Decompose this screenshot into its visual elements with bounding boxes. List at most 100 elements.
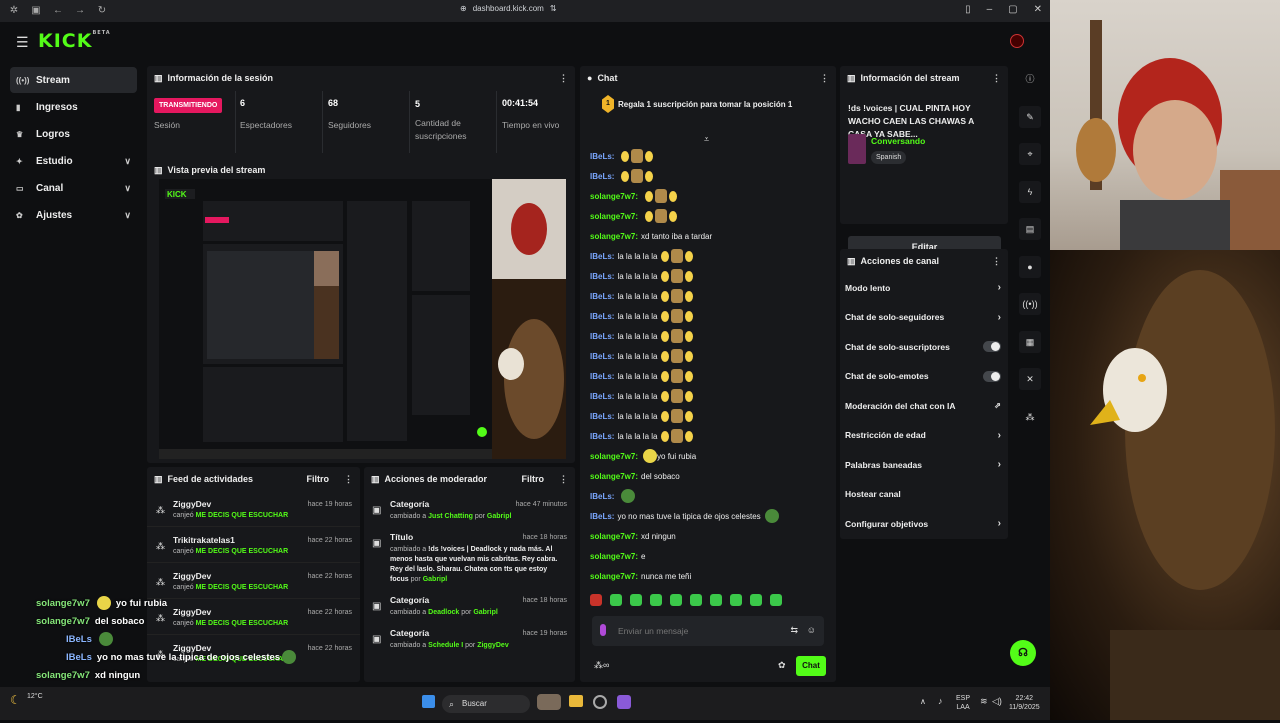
taskbar-search[interactable]: ⌕ Buscar [442,695,530,713]
scroll-down-icon[interactable]: ⩡ [704,134,709,145]
channel-action-item[interactable]: Hostear canal [840,480,1008,510]
filter-button[interactable]: Filtro [522,474,545,484]
windows-start-icon[interactable] [422,695,435,708]
chat-username[interactable]: IBeLs: [590,332,614,341]
sidebar-item-estudio[interactable]: ✦ Estudio ∨ [10,148,137,174]
channel-action-item[interactable]: Moderación del chat con IA ⇗ [840,391,1008,421]
lightning-icon[interactable]: ϟ [1019,180,1041,203]
chat-username[interactable]: IBeLs: [590,252,614,261]
emote-icon[interactable] [590,594,602,606]
chat-username[interactable]: solange7w7: [590,572,638,581]
channel-action-item[interactable]: Configurar objetivos › [840,509,1008,539]
chat-username[interactable]: IBeLs: [590,272,614,281]
document-icon[interactable]: ▤ [1019,218,1041,240]
chat-username[interactable]: IBeLs: [590,352,614,361]
network-icon[interactable]: ≋ [980,696,988,707]
gear-icon[interactable]: ✿ [778,660,786,671]
chat-username[interactable]: IBeLs: [590,492,614,501]
pinned-message[interactable]: Regala 1 suscripción para tomar la posic… [618,100,792,109]
points-icon[interactable]: ⁂∞ [594,660,609,671]
maximize-icon[interactable]: ▢ [1008,4,1017,15]
chat-username[interactable]: IBeLs: [590,512,614,521]
points-icon[interactable]: ⁂ [1019,406,1041,428]
sidebar-item-canal[interactable]: ▭ Canal ∨ [10,175,137,201]
clock[interactable]: 22:42 11/9/2025 [1009,694,1040,712]
chat-input-box[interactable]: ⇆ ☺ [592,616,824,646]
reload-icon[interactable]: ↻ [96,5,108,17]
more-icon[interactable]: ⋮ [992,256,1001,267]
back-icon[interactable]: ← [52,5,64,17]
kick-logo[interactable]: KICKBETA [38,30,111,52]
chat-username[interactable]: solange7w7: [590,552,638,561]
sidebar-toggle-icon[interactable]: ▯ [965,4,971,15]
headset-icon[interactable]: ☊ [1010,640,1036,666]
tray-chevron-icon[interactable]: ∧ [920,697,926,706]
chat-username[interactable]: solange7w7: [590,472,638,481]
folder-icon[interactable] [569,695,583,707]
send-chat-button[interactable]: Chat [796,656,826,676]
language-indicator[interactable]: ESP LAA [956,694,970,712]
chat-username[interactable]: solange7w7: [590,232,638,241]
minimize-icon[interactable]: – [987,4,993,15]
app-icon[interactable] [617,695,631,709]
channel-action-item[interactable]: Restricción de edad › [840,421,1008,451]
chat-username[interactable]: IBeLs: [590,152,614,161]
broadcast-icon[interactable]: ((•)) [1019,293,1041,315]
stream-preview-video[interactable]: KICK [159,179,566,459]
edit-icon[interactable]: ✎ [1019,105,1041,128]
sidebar-item-logros[interactable]: ♛ Logros [10,121,137,147]
avatar[interactable] [1010,34,1024,48]
filter-button[interactable]: Filtro [307,474,330,484]
share-icon[interactable]: ⇅ [550,4,557,13]
volume-icon[interactable]: ◁) [992,696,1002,707]
toggle-switch[interactable] [983,370,1001,382]
chat-username[interactable]: solange7w7: [590,212,638,221]
target-icon[interactable]: ⌖ [1019,143,1041,165]
tabs-icon[interactable]: ▣ [30,5,42,17]
emote-icon[interactable] [670,594,682,606]
forward-icon[interactable]: → [74,5,86,17]
emote-icon[interactable] [630,594,642,606]
sidebar-item-stream[interactable]: ((•)) Stream [10,67,137,93]
more-icon[interactable]: ⋮ [559,474,568,485]
info-icon[interactable]: ⓘ [1019,68,1041,90]
settings-icon[interactable]: ✲ [8,5,20,17]
sidebar-item-ajustes[interactable]: ✿ Ajustes ∨ [10,202,137,228]
emote-icon[interactable] [750,594,762,606]
sidebar-item-ingresos[interactable]: ▮ Ingresos [10,94,137,120]
widget-icon[interactable] [537,694,561,710]
emoji-icon[interactable]: ☺ [807,625,816,635]
chat-username[interactable]: solange7w7: [590,532,638,541]
category-name[interactable]: Conversando [871,136,925,146]
chat-username[interactable]: solange7w7: [590,192,638,201]
wrench-icon[interactable]: ✕ [1019,368,1041,390]
chat-username[interactable]: IBeLs: [590,292,614,301]
chat-bubble-icon[interactable]: ● [1019,255,1041,278]
more-icon[interactable]: ⋮ [820,73,829,84]
address-bar[interactable]: ⊕ dashboard.kick.com ⇅ [460,4,557,13]
menu-icon[interactable]: ☰ [16,34,29,51]
chat-username[interactable]: IBeLs: [590,312,614,321]
translate-icon[interactable]: ⇆ [790,625,798,636]
chat-username[interactable]: IBeLs: [590,432,614,441]
channel-action-item[interactable]: Chat de solo-emotes [840,362,1008,392]
mic-icon[interactable] [600,624,606,636]
chat-username[interactable]: IBeLs: [590,392,614,401]
emote-icon[interactable] [770,594,782,606]
toggle-switch[interactable] [983,341,1001,353]
emote-icon[interactable] [730,594,742,606]
video-icon[interactable]: ▦ [1019,330,1041,353]
channel-action-item[interactable]: Chat de solo-suscriptores [840,332,1008,362]
more-icon[interactable]: ⋮ [344,474,353,485]
channel-action-item[interactable]: Palabras baneadas › [840,450,1008,480]
mic-icon[interactable]: ♪ [938,696,943,706]
emote-icon[interactable] [650,594,662,606]
chat-username[interactable]: solange7w7: [590,452,638,461]
more-icon[interactable]: ⋮ [992,73,1001,84]
emote-icon[interactable] [610,594,622,606]
channel-action-item[interactable]: Modo lento › [840,273,1008,303]
chat-username[interactable]: IBeLs: [590,172,614,181]
chat-username[interactable]: IBeLs: [590,412,614,421]
emote-icon[interactable] [710,594,722,606]
channel-action-item[interactable]: Chat de solo-seguidores › [840,303,1008,333]
